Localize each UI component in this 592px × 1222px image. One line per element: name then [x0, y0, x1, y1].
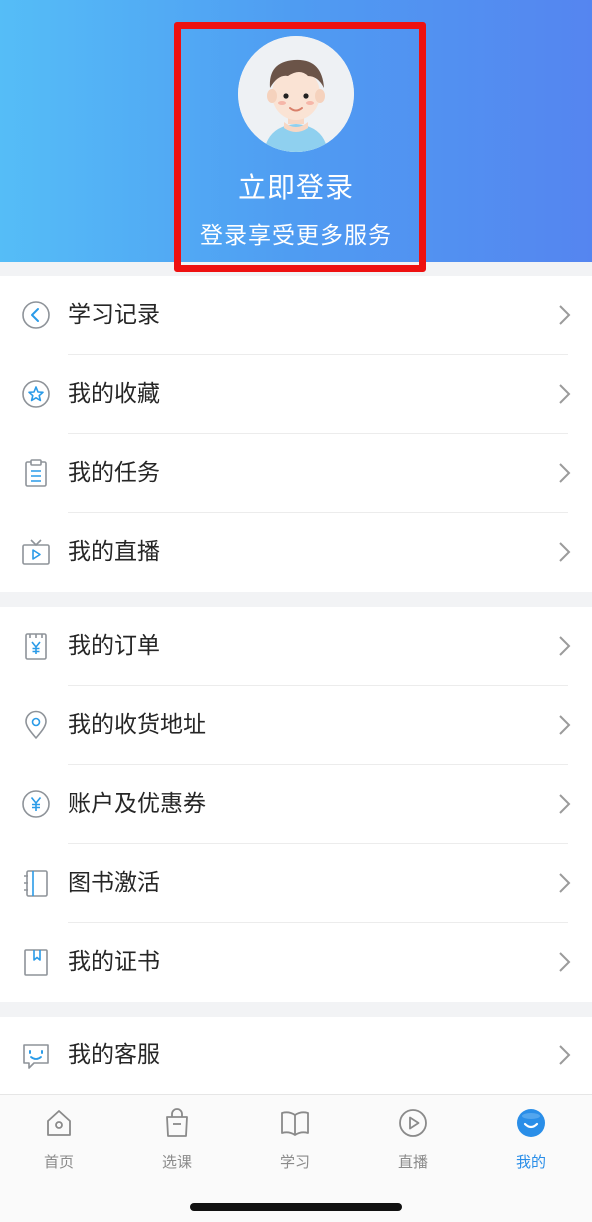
chevron-right-icon [559, 636, 571, 656]
home-indicator[interactable] [190, 1203, 402, 1211]
menu-group-account: 我的订单 我的收货地址 账户及优惠券 图书激活 我的证书 [0, 607, 592, 1002]
play-circle-icon [399, 1109, 427, 1137]
menu-item-account-coupons[interactable]: 账户及优惠券 [0, 765, 592, 844]
menu-item-book-activation[interactable]: 图书激活 [0, 844, 592, 923]
menu-item-label: 我的证书 [68, 949, 160, 975]
tab-study[interactable]: 学习 [236, 1095, 354, 1185]
menu-item-customer-service[interactable]: 我的客服 [0, 1017, 592, 1094]
menu-item-label: 我的客服 [68, 1042, 160, 1068]
customer-service-icon [23, 1044, 49, 1069]
chevron-right-icon [559, 463, 571, 483]
highlight-box [174, 22, 426, 272]
menu-item-label: 账户及优惠券 [68, 791, 206, 817]
history-back-icon [22, 301, 50, 329]
menu-item-label: 我的订单 [68, 633, 160, 659]
menu-item-label: 我的收货地址 [68, 712, 206, 738]
menu-group-service: 我的客服 [0, 1017, 592, 1094]
tab-courses[interactable]: 选课 [118, 1095, 236, 1185]
chevron-right-icon [559, 794, 571, 814]
menu-item-address[interactable]: 我的收货地址 [0, 686, 592, 765]
profile-face-icon [517, 1109, 545, 1137]
chevron-right-icon [559, 542, 571, 562]
shopping-bag-icon [166, 1108, 188, 1137]
chevron-right-icon [559, 873, 571, 893]
chevron-right-icon [559, 952, 571, 972]
menu-item-favorites[interactable]: 我的收藏 [0, 355, 592, 434]
tv-play-icon [22, 539, 50, 565]
open-book-icon [281, 1111, 309, 1136]
yen-order-icon [25, 633, 47, 660]
menu-item-label: 我的直播 [68, 539, 160, 565]
certificate-icon [24, 949, 48, 976]
menu-item-label: 学习记录 [68, 302, 160, 328]
menu-item-certificates[interactable]: 我的证书 [0, 923, 592, 1002]
menu-item-label: 我的任务 [68, 460, 160, 486]
chevron-right-icon [559, 384, 571, 404]
tab-label: 直播 [397, 1153, 428, 1171]
tab-live[interactable]: 直播 [354, 1095, 472, 1185]
tab-label: 首页 [43, 1153, 74, 1171]
chevron-right-icon [559, 715, 571, 735]
yen-coin-icon [22, 790, 50, 818]
menu-item-study-history[interactable]: 学习记录 [0, 276, 592, 355]
chevron-right-icon [559, 305, 571, 325]
tab-mine[interactable]: 我的 [472, 1095, 590, 1185]
tab-home[interactable]: 首页 [0, 1095, 118, 1185]
tab-label: 学习 [279, 1153, 310, 1171]
menu-item-label: 图书激活 [68, 870, 160, 896]
menu-item-tasks[interactable]: 我的任务 [0, 434, 592, 513]
star-icon [22, 380, 50, 408]
menu-item-label: 我的收藏 [68, 381, 160, 407]
chevron-right-icon [559, 1045, 571, 1065]
tab-label: 我的 [515, 1153, 546, 1171]
home-icon [47, 1110, 71, 1136]
book-activate-icon [24, 870, 48, 897]
menu-group-learning: 学习记录 我的收藏 我的任务 我的直播 [0, 276, 592, 592]
menu-item-live[interactable]: 我的直播 [0, 513, 592, 592]
location-pin-icon [25, 710, 47, 739]
tab-label: 选课 [161, 1153, 192, 1171]
menu-item-orders[interactable]: 我的订单 [0, 607, 592, 686]
clipboard-icon [25, 459, 47, 487]
